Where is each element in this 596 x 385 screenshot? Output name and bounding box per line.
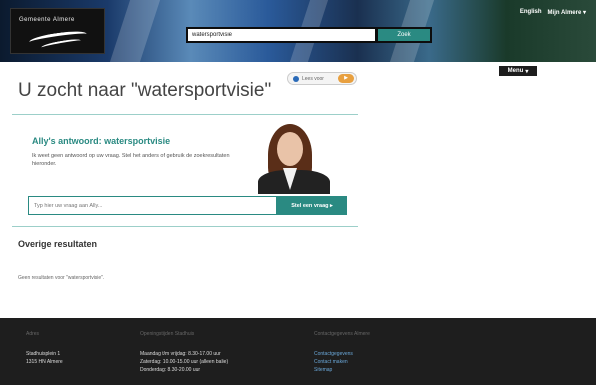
play-icon: ▶	[338, 74, 354, 83]
footer-line: Donderdag: 8.30-20.00 uur	[140, 367, 201, 373]
divider	[12, 226, 358, 227]
footer-link[interactable]: Sitemap	[314, 366, 370, 374]
no-results-text: Geen resultaten voor "watersportvisie".	[18, 275, 105, 281]
footer-line: 1315 HN Almere	[26, 359, 63, 365]
ally-avatar	[250, 120, 338, 194]
language-link[interactable]: English	[520, 9, 542, 16]
search-bar: Zoek	[186, 27, 432, 43]
footer-line: Stadhuisplein 1	[26, 351, 61, 357]
footer-contact: Contactgegevens Almere Contactgegevens C…	[314, 330, 370, 374]
footer-heading: Contactgegevens Almere	[314, 331, 370, 337]
footer-link[interactable]: Contact maken	[314, 358, 370, 366]
ally-question-input[interactable]	[28, 196, 277, 215]
site-header: Gemeente Almere Zoek English Mijn Almere…	[0, 0, 596, 62]
site-footer: Adres Stadhuisplein 1 1315 HN Almere Ope…	[0, 318, 596, 385]
ask-question-button[interactable]: Stel een vraag ▸	[277, 196, 347, 215]
search-input[interactable]	[188, 29, 375, 41]
chevron-down-icon: ▾	[525, 68, 529, 75]
footer-line: Maandag t/m vrijdag: 8.30-17.00 uur	[140, 351, 221, 357]
page-title: U zocht naar "watersportvisie"	[18, 80, 272, 101]
header-decoration	[109, 0, 161, 62]
search-button[interactable]: Zoek	[378, 29, 430, 41]
logo-text: Gemeente Almere	[19, 17, 75, 23]
ally-answer-text: Ik weet geen antwoord op uw vraag. Stel …	[32, 153, 230, 167]
top-links: English Mijn Almere ▾	[520, 9, 586, 16]
footer-opening-hours: Openingstijden Stadhuis Maandag t/m vrij…	[140, 330, 228, 374]
divider	[12, 114, 358, 115]
logo[interactable]: Gemeente Almere	[10, 8, 105, 54]
menu-label: Menu	[507, 68, 524, 74]
footer-link[interactable]: Contactgegevens	[314, 350, 370, 358]
footer-line: Zaterdag: 10.00-15.00 uur (alleen balie)	[140, 359, 229, 365]
read-aloud-label: Lees voor	[302, 75, 324, 82]
footer-address: Adres Stadhuisplein 1 1315 HN Almere	[26, 330, 63, 366]
footer-heading: Openingstijden Stadhuis	[140, 331, 195, 337]
other-results-heading: Overige resultaten	[18, 239, 98, 249]
speaker-icon	[293, 75, 299, 82]
my-account-link[interactable]: Mijn Almere ▾	[548, 9, 586, 16]
footer-heading: Adres	[26, 331, 40, 337]
read-aloud-button[interactable]: Lees voor ▶	[287, 72, 357, 85]
menu-button[interactable]: Menu ▾	[499, 66, 537, 76]
ally-title: Ally's antwoord: watersportvisie	[32, 136, 171, 146]
